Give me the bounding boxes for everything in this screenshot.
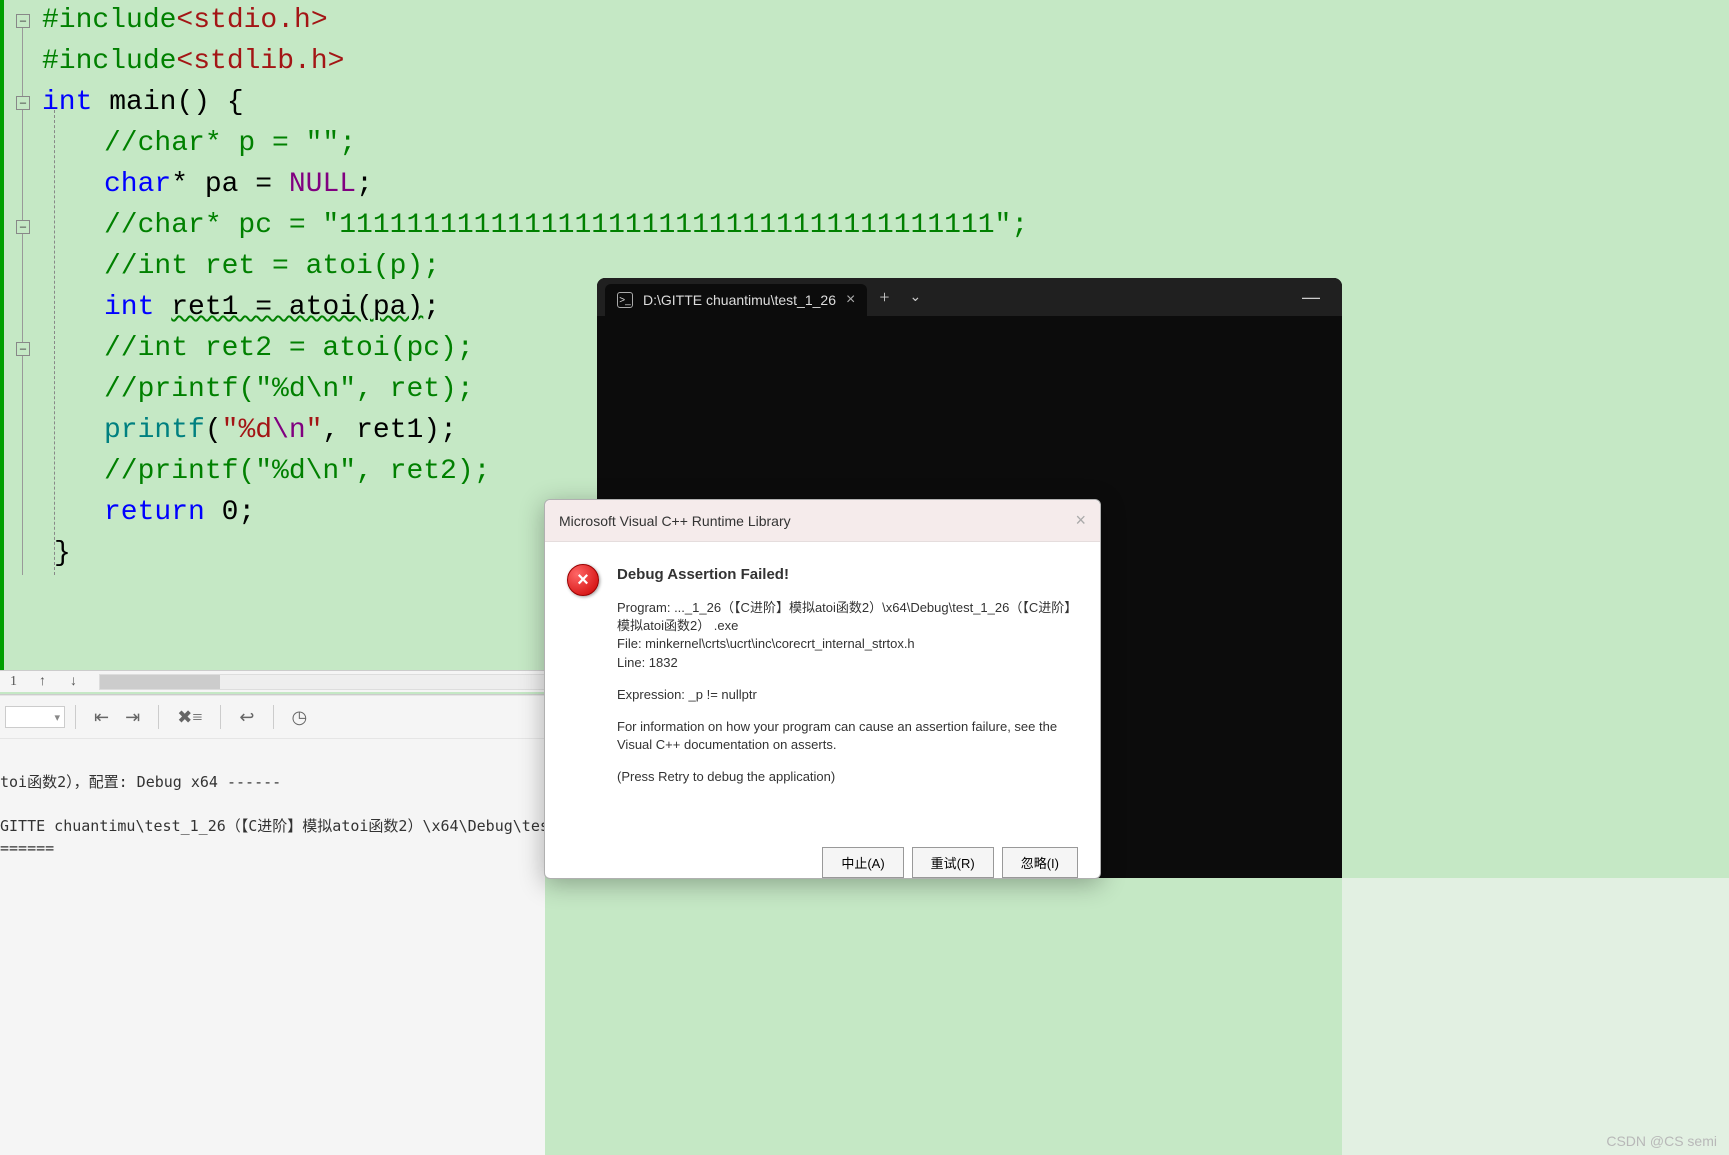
code-line[interactable]: char* pa = NULL; — [4, 164, 1729, 205]
fold-line — [22, 28, 23, 96]
close-icon[interactable]: × — [1075, 510, 1086, 531]
watermark-bg — [1342, 878, 1729, 1155]
dialog-text: Debug Assertion Failed! Program: ..._1_2… — [617, 564, 1078, 827]
chevron-down-icon[interactable]: ⌄ — [901, 289, 929, 306]
error-dialog: Microsoft Visual C++ Runtime Library × ×… — [544, 499, 1101, 879]
error-info: For information on how your program can … — [617, 718, 1078, 754]
clear-icon[interactable]: ✖≡ — [169, 703, 210, 732]
preprocessor: #include — [42, 46, 176, 77]
brace: } — [54, 538, 71, 569]
keyword: int — [104, 292, 154, 323]
preprocessor: #include — [42, 5, 176, 36]
divider — [75, 705, 76, 729]
find-prev-icon[interactable]: ⇤ — [86, 703, 117, 732]
find-next-icon[interactable]: ⇥ — [117, 703, 148, 732]
escape-seq: \n — [272, 415, 306, 446]
scroll-up-icon[interactable]: ↑ — [27, 674, 58, 690]
fold-toggle-icon[interactable]: − — [16, 14, 30, 28]
clock-icon[interactable]: ◷ — [284, 703, 316, 732]
punct: ; — [356, 169, 373, 200]
indent-guide — [54, 110, 55, 575]
word-wrap-icon[interactable]: ↩ — [231, 703, 262, 732]
error-hint: (Press Retry to debug the application) — [617, 768, 1078, 786]
output-line: ====== — [0, 839, 54, 857]
include-path: <stdio.h> — [176, 5, 327, 36]
close-tab-icon[interactable]: × — [846, 291, 855, 309]
punct: ; — [423, 292, 440, 323]
dialog-titlebar[interactable]: Microsoft Visual C++ Runtime Library × — [545, 500, 1100, 542]
watermark: CSDN @CS semi — [1606, 1133, 1717, 1149]
fold-toggle-icon[interactable]: − — [16, 342, 30, 356]
terminal-tab[interactable]: >_ D:\GITTE chuantimu\test_1_26 × — [605, 284, 867, 316]
function-call: printf — [104, 415, 205, 446]
string-literal: "%d — [222, 415, 272, 446]
error-expression: Expression: _p != nullptr — [617, 686, 1078, 704]
divider — [273, 705, 274, 729]
scroll-down-icon[interactable]: ↓ — [58, 674, 89, 690]
comment: //printf("%d\n", ret2); — [104, 456, 490, 487]
horizontal-scrollbar[interactable]: 1 ↑ ↓ — [0, 670, 545, 692]
comment: //printf("%d\n", ret); — [104, 374, 474, 405]
output-line: toi函数2），配置: Debug x64 ------ — [0, 773, 281, 791]
keyword: char — [104, 169, 171, 200]
output-toolbar: ▾ ⇤ ⇥ ✖≡ ↩ ◷ — [0, 695, 545, 739]
terminal-titlebar[interactable]: >_ D:\GITTE chuantimu\test_1_26 × + ⌄ — — [597, 278, 1342, 316]
comment: //char* pc = "11111111111111111111111111… — [104, 210, 1028, 241]
scroll-track[interactable] — [99, 674, 545, 690]
output-line: GITTE chuantimu\test_1_26（【C进阶】模拟atoi函数2… — [0, 817, 545, 835]
warning-squiggle: ret1 = atoi(pa) — [171, 292, 423, 323]
comment: //int ret2 = atoi(pc); — [104, 333, 474, 364]
string-literal: " — [306, 415, 323, 446]
code: * pa = — [171, 169, 289, 200]
code-line[interactable]: #include<stdlib.h> — [4, 41, 1729, 82]
fold-toggle-icon[interactable]: − — [16, 220, 30, 234]
terminal-tab-title: D:\GITTE chuantimu\test_1_26 — [643, 292, 836, 308]
include-path: <stdlib.h> — [176, 46, 344, 77]
comment: //int ret = atoi(p); — [104, 251, 440, 282]
ignore-button[interactable]: 忽略(I) — [1002, 847, 1078, 878]
line-indicator: 1 — [0, 674, 27, 690]
comment: //char* p = ""; — [104, 128, 356, 159]
abort-button[interactable]: 中止(A) — [822, 847, 903, 878]
dialog-body: × Debug Assertion Failed! Program: ..._1… — [545, 542, 1100, 837]
output-source-combo[interactable]: ▾ — [5, 706, 65, 728]
dialog-buttons: 中止(A) 重试(R) 忽略(I) — [545, 837, 1100, 878]
code-line[interactable]: //char* p = ""; — [4, 123, 1729, 164]
output-panel: ▾ ⇤ ⇥ ✖≡ ↩ ◷ toi函数2），配置: Debug x64 -----… — [0, 694, 545, 1155]
code-line[interactable]: int main() { — [4, 82, 1729, 123]
output-text[interactable]: toi函数2），配置: Debug x64 ------ GITTE chuan… — [0, 739, 545, 881]
fold-toggle-icon[interactable]: − — [16, 96, 30, 110]
divider — [158, 705, 159, 729]
error-heading: Debug Assertion Failed! — [617, 564, 1078, 585]
error-icon: × — [567, 564, 599, 596]
code-line[interactable]: #include<stdio.h> — [4, 0, 1729, 41]
minimize-icon[interactable]: — — [1288, 287, 1334, 308]
punct: () { — [176, 87, 243, 118]
null-literal: NULL — [289, 169, 356, 200]
new-tab-icon[interactable]: + — [867, 287, 901, 308]
error-detail: Program: ..._1_26（【C进阶】模拟atoi函数2）\x64\De… — [617, 599, 1078, 672]
identifier: main — [92, 87, 176, 118]
keyword: return — [104, 497, 205, 528]
gutter: − − − − — [8, 0, 38, 670]
retry-button[interactable]: 重试(R) — [912, 847, 994, 878]
scroll-thumb[interactable] — [100, 675, 220, 689]
code-line[interactable]: //char* pc = "11111111111111111111111111… — [4, 205, 1729, 246]
dialog-title-text: Microsoft Visual C++ Runtime Library — [559, 513, 791, 529]
divider — [220, 705, 221, 729]
terminal-icon: >_ — [617, 292, 633, 308]
keyword: int — [42, 87, 92, 118]
